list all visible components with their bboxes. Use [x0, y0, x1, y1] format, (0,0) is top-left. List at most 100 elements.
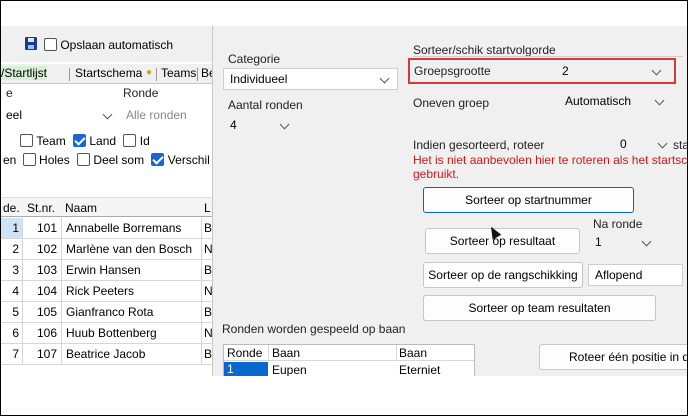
chevron-down-icon [657, 138, 668, 149]
table-row[interactable]: 2 102 Marlène van den Bosch N [1, 239, 212, 260]
row-rank: 4 [1, 281, 23, 301]
chevron-down-icon[interactable] [102, 109, 113, 120]
chevron-down-icon [654, 95, 665, 106]
row-naam: Beatrice Jacob [61, 344, 201, 364]
deel-som-checkbox[interactable] [77, 153, 91, 167]
autosave-checkbox[interactable] [44, 38, 57, 52]
table-row[interactable]: 6 106 Huub Bottenberg N [1, 323, 212, 344]
baan-header-baan-2: Baan [399, 346, 428, 360]
baan-cell-baan-1[interactable]: Eupen [272, 363, 307, 376]
categorie-value: Individueel [230, 72, 288, 86]
round-filter-value[interactable]: Alle ronden [126, 108, 187, 122]
holes-check-label: Holes [39, 152, 70, 167]
oneven-groep-dropdown[interactable]: Automatisch [558, 90, 673, 112]
sorteer-team-button[interactable]: Sorteer op team resultaten [423, 295, 656, 321]
chevron-down-icon [279, 119, 290, 130]
aantal-ronden-value: 4 [230, 118, 237, 132]
sorteer-resultaat-button[interactable]: Sorteer op resultaat [425, 228, 580, 254]
table-row[interactable]: 1 101 Annabelle Borremans B [1, 218, 212, 239]
roteer-dropdown[interactable]: 0 [613, 133, 671, 155]
col-header-naam[interactable]: Naam [65, 201, 97, 215]
roteer-positie-button[interactable]: Roteer één positie in de [539, 344, 687, 370]
row-land: N [201, 239, 212, 259]
baan-grid: Ronde Baan Baan 1 Eupen Eterniet [223, 344, 475, 376]
save-icon[interactable] [25, 37, 37, 50]
baan-cell-ronde[interactable]: 1 [224, 362, 268, 376]
id-check-label: Id [139, 133, 150, 148]
right-pane: Categorie Individueel Aantal ronden 4 So… [212, 26, 687, 376]
land-checkbox[interactable] [73, 134, 87, 148]
row-naam: Erwin Hansen [61, 260, 201, 280]
na-ronde-value: 1 [595, 235, 602, 249]
aantal-ronden-dropdown[interactable]: 4 [223, 114, 298, 136]
holes-checkbox[interactable] [22, 153, 36, 167]
table-row[interactable]: 5 105 Gianfranco Rota B [1, 302, 212, 323]
row-naam: Marlène van den Bosch [61, 239, 201, 259]
row-land: N [201, 281, 212, 301]
tab-divider [156, 68, 157, 81]
row-startnr: 105 [36, 305, 57, 319]
row-land: B [201, 344, 212, 364]
volgorde-dropdown[interactable]: Aflopend [588, 264, 683, 286]
baan-cell-baan-2[interactable]: Eterniet [399, 363, 440, 376]
volgorde-value: Aflopend [595, 268, 643, 282]
table-row[interactable]: 7 107 Beatrice Jacob B [1, 344, 212, 365]
category-filter-value[interactable]: eel [6, 108, 22, 122]
tab-teams[interactable]: Teams [161, 66, 196, 80]
checks-row-2-prefix: en [3, 152, 17, 167]
team-checkbox[interactable] [20, 134, 33, 148]
row-rank: 6 [1, 323, 23, 343]
chevron-down-icon [379, 73, 390, 84]
tab-startlijst[interactable]: /Startlijst [1, 66, 48, 80]
row-rank: 2 [1, 239, 23, 259]
groepsgrootte-dropdown[interactable]: 2 [555, 60, 670, 82]
tab-be[interactable]: Be [201, 66, 212, 80]
warning-line-1: Het is niet aanbevolen hier te roteren a… [413, 153, 687, 167]
row-naam: Huub Bottenberg [61, 323, 201, 343]
autosave-label: Opslaan automatisch [60, 37, 174, 52]
na-ronde-dropdown[interactable]: 1 [588, 231, 660, 253]
table-row[interactable]: 3 103 Erwin Hansen B [1, 260, 212, 281]
grid-divider [396, 345, 397, 361]
verschil-check-label: Verschil [167, 152, 210, 167]
row-rank: 5 [1, 302, 23, 322]
row-naam: Gianfranco Rota [61, 302, 201, 322]
autosave-toggle[interactable]: Opslaan automatisch [44, 37, 173, 52]
id-checkbox[interactable] [123, 134, 137, 148]
sorteer-rangschikking-button[interactable]: Sorteer op de rangschikking [423, 262, 583, 288]
col-header-rank[interactable]: de. [3, 201, 20, 215]
tab-startschema[interactable]: Startschema [75, 66, 142, 80]
row-rank: 1 [1, 218, 23, 238]
row-land: B [201, 218, 212, 238]
table-row[interactable]: 4 104 Rick Peeters N [1, 281, 212, 302]
categorie-dropdown[interactable]: Individueel [223, 68, 398, 90]
baan-grid-row[interactable]: 1 Eupen Eterniet [224, 362, 474, 376]
category-column-label: e [6, 86, 13, 100]
row-naam: Annabelle Borremans [61, 218, 201, 238]
col-header-land[interactable]: L [204, 201, 211, 215]
row-startnr: 107 [36, 347, 57, 361]
row-startnr: 102 [36, 242, 57, 256]
row-rank: 7 [1, 344, 23, 364]
col-header-startnr[interactable]: St.nr. [27, 201, 55, 215]
row-land: N [201, 323, 212, 343]
groepsgrootte-value: 2 [562, 64, 569, 78]
roteer-value: 0 [620, 137, 627, 151]
team-check-label: Team [36, 133, 66, 148]
row-startnr: 104 [36, 284, 57, 298]
oneven-groep-value: Automatisch [565, 94, 632, 108]
verschil-checkbox[interactable] [151, 153, 165, 167]
groepsgrootte-label: Groepsgrootte [414, 64, 491, 78]
aantal-ronden-label: Aantal ronden [228, 98, 303, 112]
sorteer-startnummer-button[interactable]: Sorteer op startnummer [423, 187, 634, 213]
tab-strip: /Startlijst Startschema ● Teams Be [1, 64, 212, 84]
warning-icon: ● [146, 67, 153, 78]
grid-divider [268, 345, 269, 361]
baan-section-label: Ronden worden gespeeld op baan [222, 322, 406, 336]
chevron-down-icon [651, 65, 662, 76]
row-startnr: 103 [36, 263, 57, 277]
bottom-blank-area [1, 376, 687, 415]
table-header: de. St.nr. Naam L [1, 197, 212, 217]
section-divider [413, 56, 683, 57]
row-startnr: 106 [36, 326, 57, 340]
